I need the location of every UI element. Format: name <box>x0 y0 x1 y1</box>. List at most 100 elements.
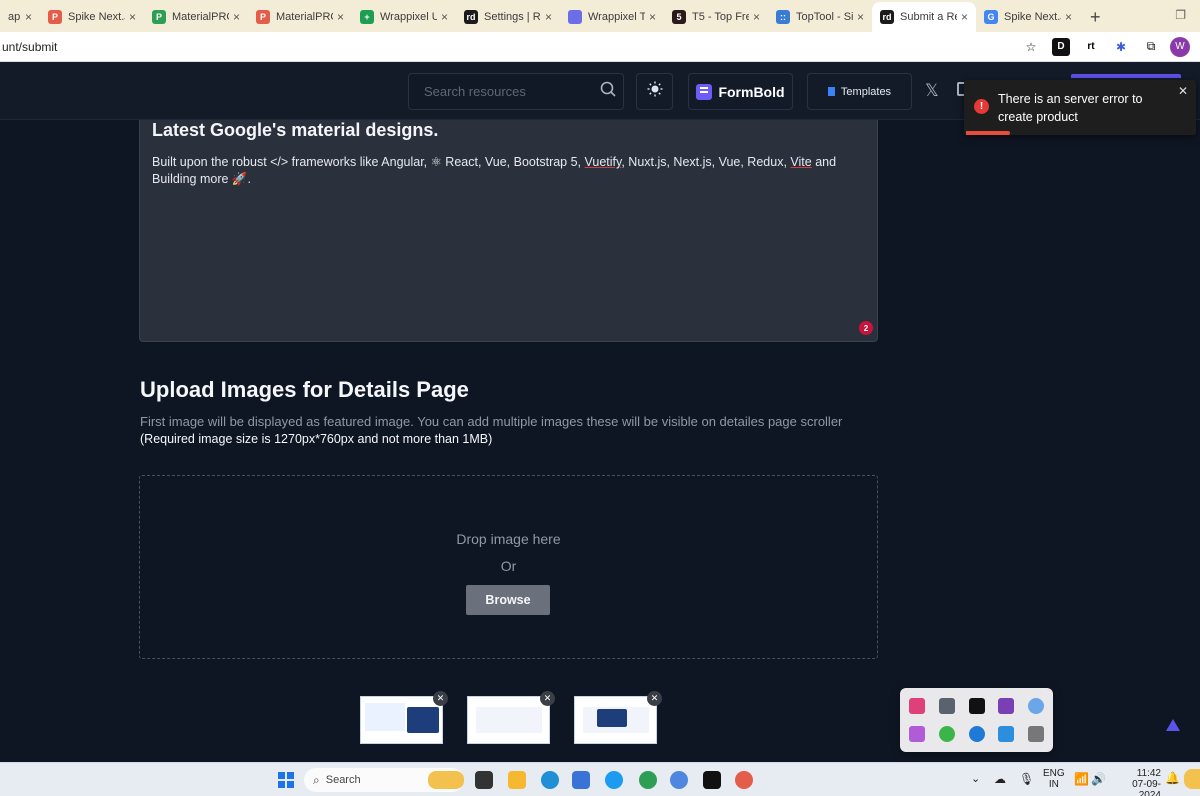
remove-image-icon[interactable]: ✕ <box>647 691 662 706</box>
pen-icon[interactable] <box>909 726 925 742</box>
system-tray-overflow <box>900 688 1053 752</box>
tab-favicon-icon: :: <box>776 10 790 24</box>
store-icon[interactable] <box>572 771 590 789</box>
submit-button[interactable] <box>1071 74 1181 78</box>
tray-app-icon[interactable] <box>969 698 985 714</box>
chrome-profile-icon[interactable] <box>735 771 753 789</box>
taskbar-search-label: Search <box>325 774 361 786</box>
formbold-label: FormBold <box>718 83 785 100</box>
browser-tab[interactable]: 5 T5 - Top Free × <box>664 2 768 32</box>
browser-tab[interactable]: + Wrappixel Up × <box>352 2 456 32</box>
uploaded-image-thumbnail[interactable]: ✕ <box>574 691 662 744</box>
tab-close-icon[interactable]: × <box>337 10 344 24</box>
browser-tab[interactable]: G Spike Next.J × <box>976 2 1080 32</box>
uploaded-image-thumbnail[interactable]: ✕ <box>360 691 448 744</box>
browser-tab-strip: app × P Spike Next.Js × P MaterialPRO × P Materia… <box>0 0 1200 32</box>
profile-avatar[interactable]: W <box>1170 36 1190 57</box>
copilot-icon[interactable] <box>1184 769 1200 789</box>
formbold-button[interactable]: FormBold <box>688 73 793 110</box>
tab-close-icon[interactable]: × <box>1065 10 1072 24</box>
tab-close-icon[interactable]: × <box>545 10 552 24</box>
tab-favicon-icon: 5 <box>672 10 686 24</box>
file-explorer-icon[interactable] <box>508 771 526 789</box>
skype-icon[interactable] <box>605 771 623 789</box>
tab-close-icon[interactable]: × <box>233 10 240 24</box>
new-tab-button[interactable]: + <box>1080 2 1111 32</box>
templates-button[interactable]: Templates <box>807 73 912 110</box>
chrome-icon[interactable] <box>639 771 657 789</box>
tab-label: app <box>8 11 21 23</box>
tab-close-icon[interactable]: × <box>441 10 448 24</box>
grammar-error-badge[interactable]: 2 <box>859 321 873 335</box>
hp-icon[interactable] <box>969 726 985 742</box>
tab-favicon-icon: rd <box>464 10 478 24</box>
toast-close-icon[interactable]: ✕ <box>1178 84 1188 98</box>
tab-label: Wrappixel Up <box>380 11 437 23</box>
tab-label: TopTool - Sir <box>796 11 853 23</box>
language-label: ENG <box>1043 768 1065 779</box>
toast-progress-bar <box>966 131 1011 135</box>
tray-app-icon[interactable] <box>1028 698 1044 714</box>
notification-bell-icon[interactable]: 🔔 <box>1165 771 1180 785</box>
volume-icon[interactable]: 🔊 <box>1091 772 1106 786</box>
theme-toggle-button[interactable] <box>636 73 673 110</box>
browser-tab[interactable]: P MaterialPRO × <box>248 2 352 32</box>
windows-start-icon[interactable] <box>278 772 294 788</box>
browser-tab[interactable]: app × <box>0 2 40 32</box>
browser-tab[interactable]: P MaterialPRO × <box>144 2 248 32</box>
tab-close-icon[interactable]: × <box>129 10 136 24</box>
extension-gear-icon[interactable]: ✱ <box>1112 38 1130 56</box>
tab-favicon-icon: P <box>152 10 166 24</box>
language-indicator[interactable]: ENG IN <box>1043 768 1065 790</box>
security-check-icon[interactable] <box>939 726 955 742</box>
widget-icon[interactable] <box>428 771 464 789</box>
url-field[interactable]: unt/submit <box>0 40 1016 54</box>
tab-close-icon[interactable]: × <box>753 10 760 24</box>
x-social-icon[interactable]: 𝕏 <box>925 81 939 101</box>
tab-close-icon[interactable]: × <box>25 10 32 24</box>
tray-app-icon[interactable] <box>939 698 955 714</box>
tray-app-icon[interactable] <box>909 698 925 714</box>
description-editor[interactable]: Latest Google's material designs. Built … <box>139 120 878 342</box>
extension-d-icon[interactable]: D <box>1052 37 1070 56</box>
onenote-icon[interactable] <box>998 698 1014 714</box>
browser-tab[interactable]: Wrappixel Te × <box>560 2 664 32</box>
error-toast: ! There is an server error to create pro… <box>964 80 1196 135</box>
wifi-icon[interactable]: 📶 <box>1074 772 1089 786</box>
bookmark-star-icon[interactable]: ☆ <box>1022 38 1040 56</box>
extension-rd-icon[interactable]: rt <box>1082 38 1100 56</box>
chrome-profile-icon[interactable] <box>670 771 688 789</box>
cloud-sync-icon[interactable]: ☁ <box>994 772 1006 786</box>
tab-close-icon[interactable]: × <box>649 10 656 24</box>
edge-icon[interactable] <box>541 771 559 789</box>
resource-search-box[interactable] <box>408 73 624 110</box>
tab-favicon-icon: P <box>256 10 270 24</box>
tab-label: Wrappixel Te <box>588 11 645 23</box>
show-hidden-icons-chevron-icon[interactable]: ⌄ <box>971 772 980 785</box>
remove-image-icon[interactable]: ✕ <box>540 691 555 706</box>
microphone-icon[interactable]: 🎙 <box>1019 772 1034 786</box>
scroll-to-top-icon[interactable] <box>1166 719 1180 731</box>
thumbnail-preview <box>476 707 542 733</box>
restore-window-icon[interactable]: ❐ <box>1175 8 1186 22</box>
tab-close-icon[interactable]: × <box>857 10 864 24</box>
browse-button[interactable]: Browse <box>466 585 550 615</box>
tray-app-icon[interactable] <box>998 726 1014 742</box>
app-icon[interactable] <box>703 771 721 789</box>
browser-tab[interactable]: :: TopTool - Sir × <box>768 2 872 32</box>
upload-section-title: Upload Images for Details Page <box>140 377 469 402</box>
usb-icon[interactable] <box>1028 726 1044 742</box>
image-dropzone[interactable]: Drop image here Or Browse <box>139 475 878 659</box>
search-input[interactable] <box>424 84 600 99</box>
search-icon[interactable] <box>600 81 616 102</box>
description-text-part: Vite <box>790 155 812 169</box>
tab-close-icon[interactable]: × <box>961 10 968 24</box>
uploaded-image-thumbnail[interactable]: ✕ <box>467 691 555 744</box>
browser-tab[interactable]: rd Submit a Re × <box>872 2 976 32</box>
terminal-icon[interactable] <box>475 771 493 789</box>
browser-tab[interactable]: rd Settings | Re × <box>456 2 560 32</box>
browser-tab[interactable]: P Spike Next.Js × <box>40 2 144 32</box>
remove-image-icon[interactable]: ✕ <box>433 691 448 706</box>
extensions-puzzle-icon[interactable]: ⧉ <box>1142 38 1160 56</box>
clock[interactable]: 11:42 07-09-2024 <box>1115 768 1161 796</box>
